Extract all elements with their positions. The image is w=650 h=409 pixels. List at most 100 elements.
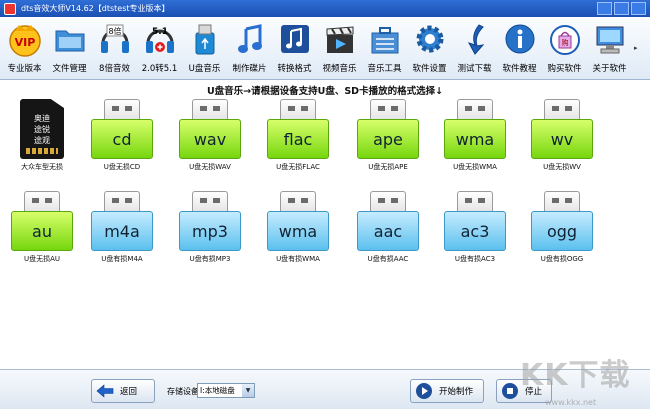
toolbar-button-12[interactable]: 购购买软件 bbox=[542, 17, 587, 80]
toolbar-button-7[interactable]: 视频音乐 bbox=[317, 17, 362, 80]
format-name: au bbox=[11, 211, 73, 251]
computer-icon bbox=[592, 20, 628, 58]
toolbar-button-10[interactable]: 测试下载 bbox=[452, 17, 497, 80]
download-arrow-icon bbox=[457, 20, 493, 58]
usb-drive-icon bbox=[187, 20, 223, 58]
toolbar-button-label: 音乐工具 bbox=[367, 64, 402, 74]
toolbar-button-label: 软件设置 bbox=[412, 64, 447, 74]
format-item-label: 大众车型无损 bbox=[21, 163, 63, 171]
toolbar-button-label: 文件管理 bbox=[52, 64, 87, 74]
sd-card-icon: 奥迪 途锐 途观 bbox=[20, 99, 64, 159]
format-item-ogg[interactable]: ogg U盘有损OGG bbox=[522, 191, 602, 264]
convert-music-icon bbox=[277, 20, 313, 58]
format-name: mp3 bbox=[179, 211, 241, 251]
svg-text:购: 购 bbox=[561, 38, 568, 47]
watermark-url: www.kkx.net bbox=[545, 398, 597, 407]
format-item-label: U盘无损WV bbox=[543, 163, 581, 171]
format-item-flac[interactable]: flac U盘无损FLAC bbox=[258, 99, 338, 172]
info-icon bbox=[502, 20, 538, 58]
format-item-label: U盘无损WAV bbox=[189, 163, 231, 171]
usb-drive-icon: ogg bbox=[531, 191, 593, 251]
toolbar-button-6[interactable]: 转换格式 bbox=[272, 17, 317, 80]
toolbar-button-label: 专业版本 bbox=[7, 64, 42, 74]
format-item-mp3[interactable]: mp3 U盘有损MP3 bbox=[170, 191, 250, 264]
storage-device-select[interactable]: I:本地磁盘 ▼ bbox=[197, 383, 255, 398]
vip-icon: VIP bbox=[7, 20, 43, 58]
usb-drive-icon: wv bbox=[531, 99, 593, 159]
format-name: flac bbox=[267, 119, 329, 159]
svg-text:5.1: 5.1 bbox=[152, 27, 168, 37]
toolbar-button-label: 购买软件 bbox=[547, 64, 582, 74]
svg-text:VIP: VIP bbox=[14, 36, 35, 49]
format-name: m4a bbox=[91, 211, 153, 251]
format-item-wv[interactable]: wv U盘无损WV bbox=[522, 99, 602, 172]
format-name: aac bbox=[357, 211, 419, 251]
surround-icon: 5.1 bbox=[142, 20, 178, 58]
format-item-label: U盘有损M4A bbox=[101, 255, 143, 263]
shopping-bag-icon: 购 bbox=[547, 20, 583, 58]
window-title: dts音效大师V14.62【dtstest专业版本】 bbox=[21, 4, 170, 13]
usb-drive-icon: flac bbox=[267, 99, 329, 159]
format-item-label: U盘有损OGG bbox=[540, 255, 584, 263]
format-name: wv bbox=[531, 119, 593, 159]
usb-drive-icon: cd bbox=[91, 99, 153, 159]
title-bar: dts音效大师V14.62【dtstest专业版本】 bbox=[0, 0, 650, 17]
format-item-m4a[interactable]: m4a U盘有损M4A bbox=[82, 191, 162, 264]
format-name: wma bbox=[444, 119, 506, 159]
storage-device-label: 存储设备 bbox=[167, 387, 199, 396]
toolbar-button-label: U盘音乐 bbox=[188, 64, 221, 74]
arrow-left-icon bbox=[96, 382, 114, 400]
usb-drive-icon: aac bbox=[357, 191, 419, 251]
toolbar-button-5[interactable]: 制作碟片 bbox=[227, 17, 272, 80]
usb-drive-icon: wma bbox=[267, 191, 329, 251]
format-item-sd-card[interactable]: 奥迪 途锐 途观大众车型无损 bbox=[2, 99, 82, 172]
chevron-down-icon: ▼ bbox=[242, 384, 254, 397]
close-button[interactable] bbox=[631, 2, 646, 15]
format-item-au[interactable]: au U盘无损AU bbox=[2, 191, 82, 264]
format-item-wma[interactable]: wma U盘有损WMA bbox=[258, 191, 338, 264]
toolbar-button-0[interactable]: VIP 专业版本 bbox=[2, 17, 47, 80]
toolbar-overflow-chevron-icon[interactable]: ▸ bbox=[634, 44, 638, 52]
format-item-label: U盘无损APE bbox=[368, 163, 408, 171]
format-instruction: U盘音乐→请根据设备支持U盘、SD卡播放的格式选择↓ bbox=[206, 86, 444, 97]
format-name: cd bbox=[91, 119, 153, 159]
toolbar-button-label: 测试下载 bbox=[457, 64, 492, 74]
format-item-wav[interactable]: wav U盘无损WAV bbox=[170, 99, 250, 172]
toolbar-button-label: 关于软件 bbox=[592, 64, 627, 74]
back-button[interactable]: 返回 bbox=[91, 379, 155, 403]
format-item-label: U盘无损FLAC bbox=[276, 163, 320, 171]
toolbar-button-13[interactable]: 关于软件 bbox=[587, 17, 632, 80]
format-item-label: U盘有损WMA bbox=[276, 255, 320, 263]
app-icon bbox=[4, 2, 16, 15]
toolbar-button-4[interactable]: U盘音乐 bbox=[182, 17, 227, 80]
start-button[interactable]: 开始制作 bbox=[410, 379, 484, 403]
toolbar-button-8[interactable]: 音乐工具 bbox=[362, 17, 407, 80]
gear-icon bbox=[412, 20, 448, 58]
format-name: ape bbox=[357, 119, 419, 159]
minimize-button[interactable] bbox=[597, 2, 612, 15]
usb-drive-icon: au bbox=[11, 191, 73, 251]
format-item-ac3[interactable]: ac3 U盘有损AC3 bbox=[435, 191, 515, 264]
toolbar-button-label: 8倍音效 bbox=[99, 64, 130, 74]
toolbar-button-1[interactable]: 文件管理 bbox=[47, 17, 92, 80]
format-item-label: U盘无损CD bbox=[103, 163, 141, 171]
toolbar-button-label: 软件教程 bbox=[502, 64, 537, 74]
format-item-ape[interactable]: ape U盘无损APE bbox=[348, 99, 428, 172]
format-name: ac3 bbox=[444, 211, 506, 251]
music-note-icon bbox=[232, 20, 268, 58]
toolbar: VIP 专业版本 文件管理 8倍 8倍音效 5.1 2.0转5.1 U盘音乐 制作碟片 转换格式视… bbox=[0, 17, 650, 80]
toolbar-button-label: 2.0转5.1 bbox=[141, 64, 178, 74]
format-item-aac[interactable]: aac U盘有损AAC bbox=[348, 191, 428, 264]
format-item-label: U盘有损AAC bbox=[367, 255, 409, 263]
toolbar-button-9[interactable]: 软件设置 bbox=[407, 17, 452, 80]
sd-card-text: 奥迪 bbox=[34, 114, 50, 123]
start-button-label: 开始制作 bbox=[439, 387, 474, 397]
maximize-button[interactable] bbox=[614, 2, 629, 15]
toolbar-button-11[interactable]: 软件教程 bbox=[497, 17, 542, 80]
format-item-wma[interactable]: wma U盘无损WMA bbox=[435, 99, 515, 172]
storage-device-value: I:本地磁盘 bbox=[200, 386, 235, 395]
toolbar-button-3[interactable]: 5.1 2.0转5.1 bbox=[137, 17, 182, 80]
main-panel: U盘音乐→请根据设备支持U盘、SD卡播放的格式选择↓ 奥迪 途锐 途观 大众车型无损 c… bbox=[0, 81, 650, 369]
toolbar-button-2[interactable]: 8倍 8倍音效 bbox=[92, 17, 137, 80]
format-item-cd[interactable]: cd U盘无损CD bbox=[82, 99, 162, 172]
